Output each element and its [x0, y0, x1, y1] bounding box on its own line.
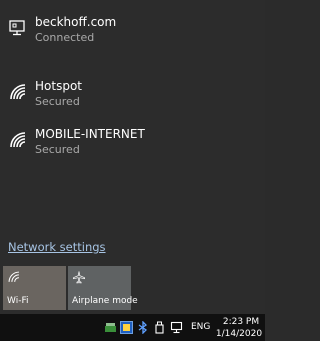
network-status: Secured [35, 95, 80, 108]
app-tray-icon[interactable] [120, 321, 133, 334]
wifi-toggle-tile[interactable]: Wi-Fi [3, 266, 66, 310]
bluetooth-tray-icon[interactable] [137, 321, 150, 334]
wifi-icon [10, 132, 26, 148]
usb-device-icon[interactable] [153, 321, 166, 334]
tile-label: Wi-Fi [7, 296, 29, 306]
tile-label: Airplane mode [72, 296, 138, 306]
network-tray-icon[interactable] [104, 321, 117, 334]
network-name: beckhoff.com [35, 15, 117, 29]
clock-date[interactable]: 1/14/2020 [214, 329, 264, 339]
network-status: Connected [35, 31, 95, 44]
network-flyout: beckhoff.com Connected Hotspot Secured M… [0, 0, 265, 314]
network-item-mobile-internet[interactable]: MOBILE-INTERNET Secured [0, 120, 265, 164]
network-item-hotspot[interactable]: Hotspot Secured [0, 72, 265, 116]
airplane-mode-tile[interactable]: Airplane mode [68, 266, 138, 310]
network-name: MOBILE-INTERNET [35, 127, 145, 141]
clock-time[interactable]: 2:23 PM [218, 317, 264, 327]
wifi-icon [10, 84, 26, 100]
network-settings-link[interactable]: Network settings [8, 240, 106, 254]
network-item-beckhoff[interactable]: beckhoff.com Connected [0, 8, 265, 52]
network-name: Hotspot [35, 79, 82, 93]
input-language[interactable]: ENG [191, 322, 210, 332]
airplane-icon [73, 271, 85, 284]
network-status: Secured [35, 143, 80, 156]
taskbar: ENG 2:23 PM 1/14/2020 [0, 314, 265, 341]
ethernet-monitor-icon[interactable] [170, 321, 183, 334]
ethernet-monitor-icon [9, 20, 25, 36]
wifi-icon [8, 271, 19, 282]
